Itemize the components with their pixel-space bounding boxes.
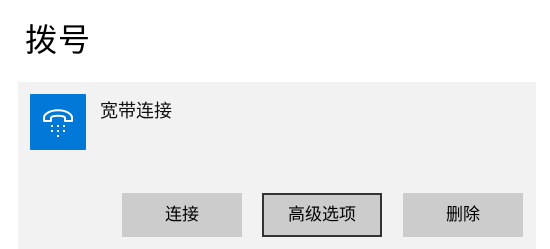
dialup-settings-page: 拨号 宽带连接 连接 高级选项 删除 bbox=[0, 0, 550, 249]
delete-button[interactable]: 删除 bbox=[403, 193, 523, 237]
connect-button[interactable]: 连接 bbox=[122, 193, 242, 237]
advanced-options-button[interactable]: 高级选项 bbox=[262, 193, 382, 237]
connection-panel[interactable]: 宽带连接 连接 高级选项 删除 bbox=[18, 82, 536, 249]
right-margin bbox=[536, 0, 550, 249]
connection-tile[interactable] bbox=[30, 94, 86, 150]
connection-name: 宽带连接 bbox=[100, 101, 172, 122]
dialup-phone-icon bbox=[43, 109, 73, 137]
page-title: 拨号 bbox=[25, 21, 92, 59]
left-margin bbox=[0, 0, 18, 249]
